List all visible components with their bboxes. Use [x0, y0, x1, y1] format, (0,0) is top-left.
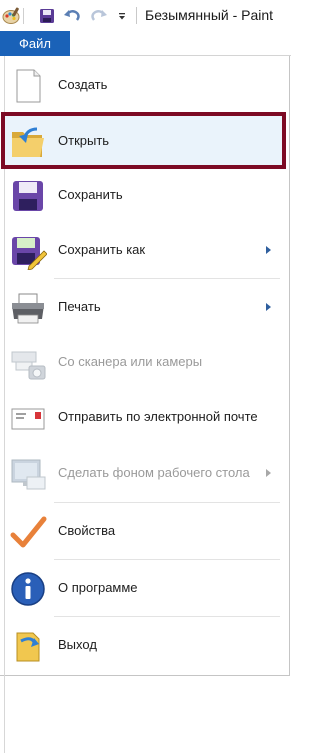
menu-item-label: Свойства [58, 523, 116, 538]
menu-item-label: Сохранить как [58, 242, 146, 257]
menu-item-email[interactable]: Отправить по электронной почте [5, 391, 285, 443]
menu-item-about[interactable]: О программе [5, 562, 285, 614]
submenu-arrow-icon [266, 246, 271, 254]
floppy-disk-icon [9, 177, 47, 215]
menu-item-new[interactable]: Создать [5, 59, 285, 111]
title-bar: Безымянный - Paint [0, 0, 291, 31]
menu-item-label: О программе [58, 580, 138, 595]
printer-icon [9, 289, 47, 327]
envelope-icon [9, 399, 47, 437]
toolbar-separator [23, 0, 24, 31]
exit-door-icon [9, 627, 47, 665]
menu-item-save-as[interactable]: Сохранить как [5, 224, 285, 276]
menu-divider [54, 616, 280, 617]
paint-app-icon[interactable] [0, 0, 22, 31]
menu-item-label: Сохранить [58, 187, 123, 202]
checkmark-icon [9, 513, 47, 551]
save-as-icon [9, 232, 47, 270]
submenu-arrow-icon [266, 303, 271, 311]
info-icon [9, 570, 47, 608]
menu-item-wallpaper[interactable]: Сделать фоном рабочего стола [5, 447, 285, 499]
title-separator [136, 7, 137, 24]
menu-item-label: Со сканера или камеры [58, 354, 203, 369]
menu-item-print[interactable]: Печать [5, 281, 285, 333]
menu-divider [54, 278, 280, 279]
menu-item-properties[interactable]: Свойства [5, 505, 285, 557]
redo-icon[interactable] [88, 0, 110, 31]
scanner-camera-icon [9, 344, 47, 382]
window-title: Безымянный - Paint [145, 7, 274, 23]
desktop-monitor-icon [9, 455, 47, 493]
canvas-left-border [4, 676, 5, 753]
menu-item-exit[interactable]: Выход [5, 619, 285, 671]
save-icon[interactable] [36, 0, 58, 31]
highlight-frame [1, 112, 286, 169]
menu-item-label: Выход [58, 637, 97, 652]
tab-file[interactable]: Файл [0, 31, 70, 56]
menu-item-label: Печать [58, 299, 101, 314]
menu-item-scanner[interactable]: Со сканера или камеры [5, 336, 285, 388]
menu-divider [54, 559, 280, 560]
menu-item-save[interactable]: Сохранить [5, 169, 285, 221]
menu-item-label: Создать [58, 77, 108, 92]
menu-divider [54, 502, 280, 503]
canvas-area [0, 676, 291, 753]
menu-item-label: Сделать фоном рабочего стола [58, 465, 250, 480]
menu-item-label: Отправить по электронной почте [58, 409, 258, 424]
submenu-arrow-icon [266, 469, 271, 477]
blank-page-icon [9, 67, 47, 105]
customize-dropdown-icon[interactable] [114, 0, 130, 31]
undo-icon[interactable] [61, 0, 83, 31]
